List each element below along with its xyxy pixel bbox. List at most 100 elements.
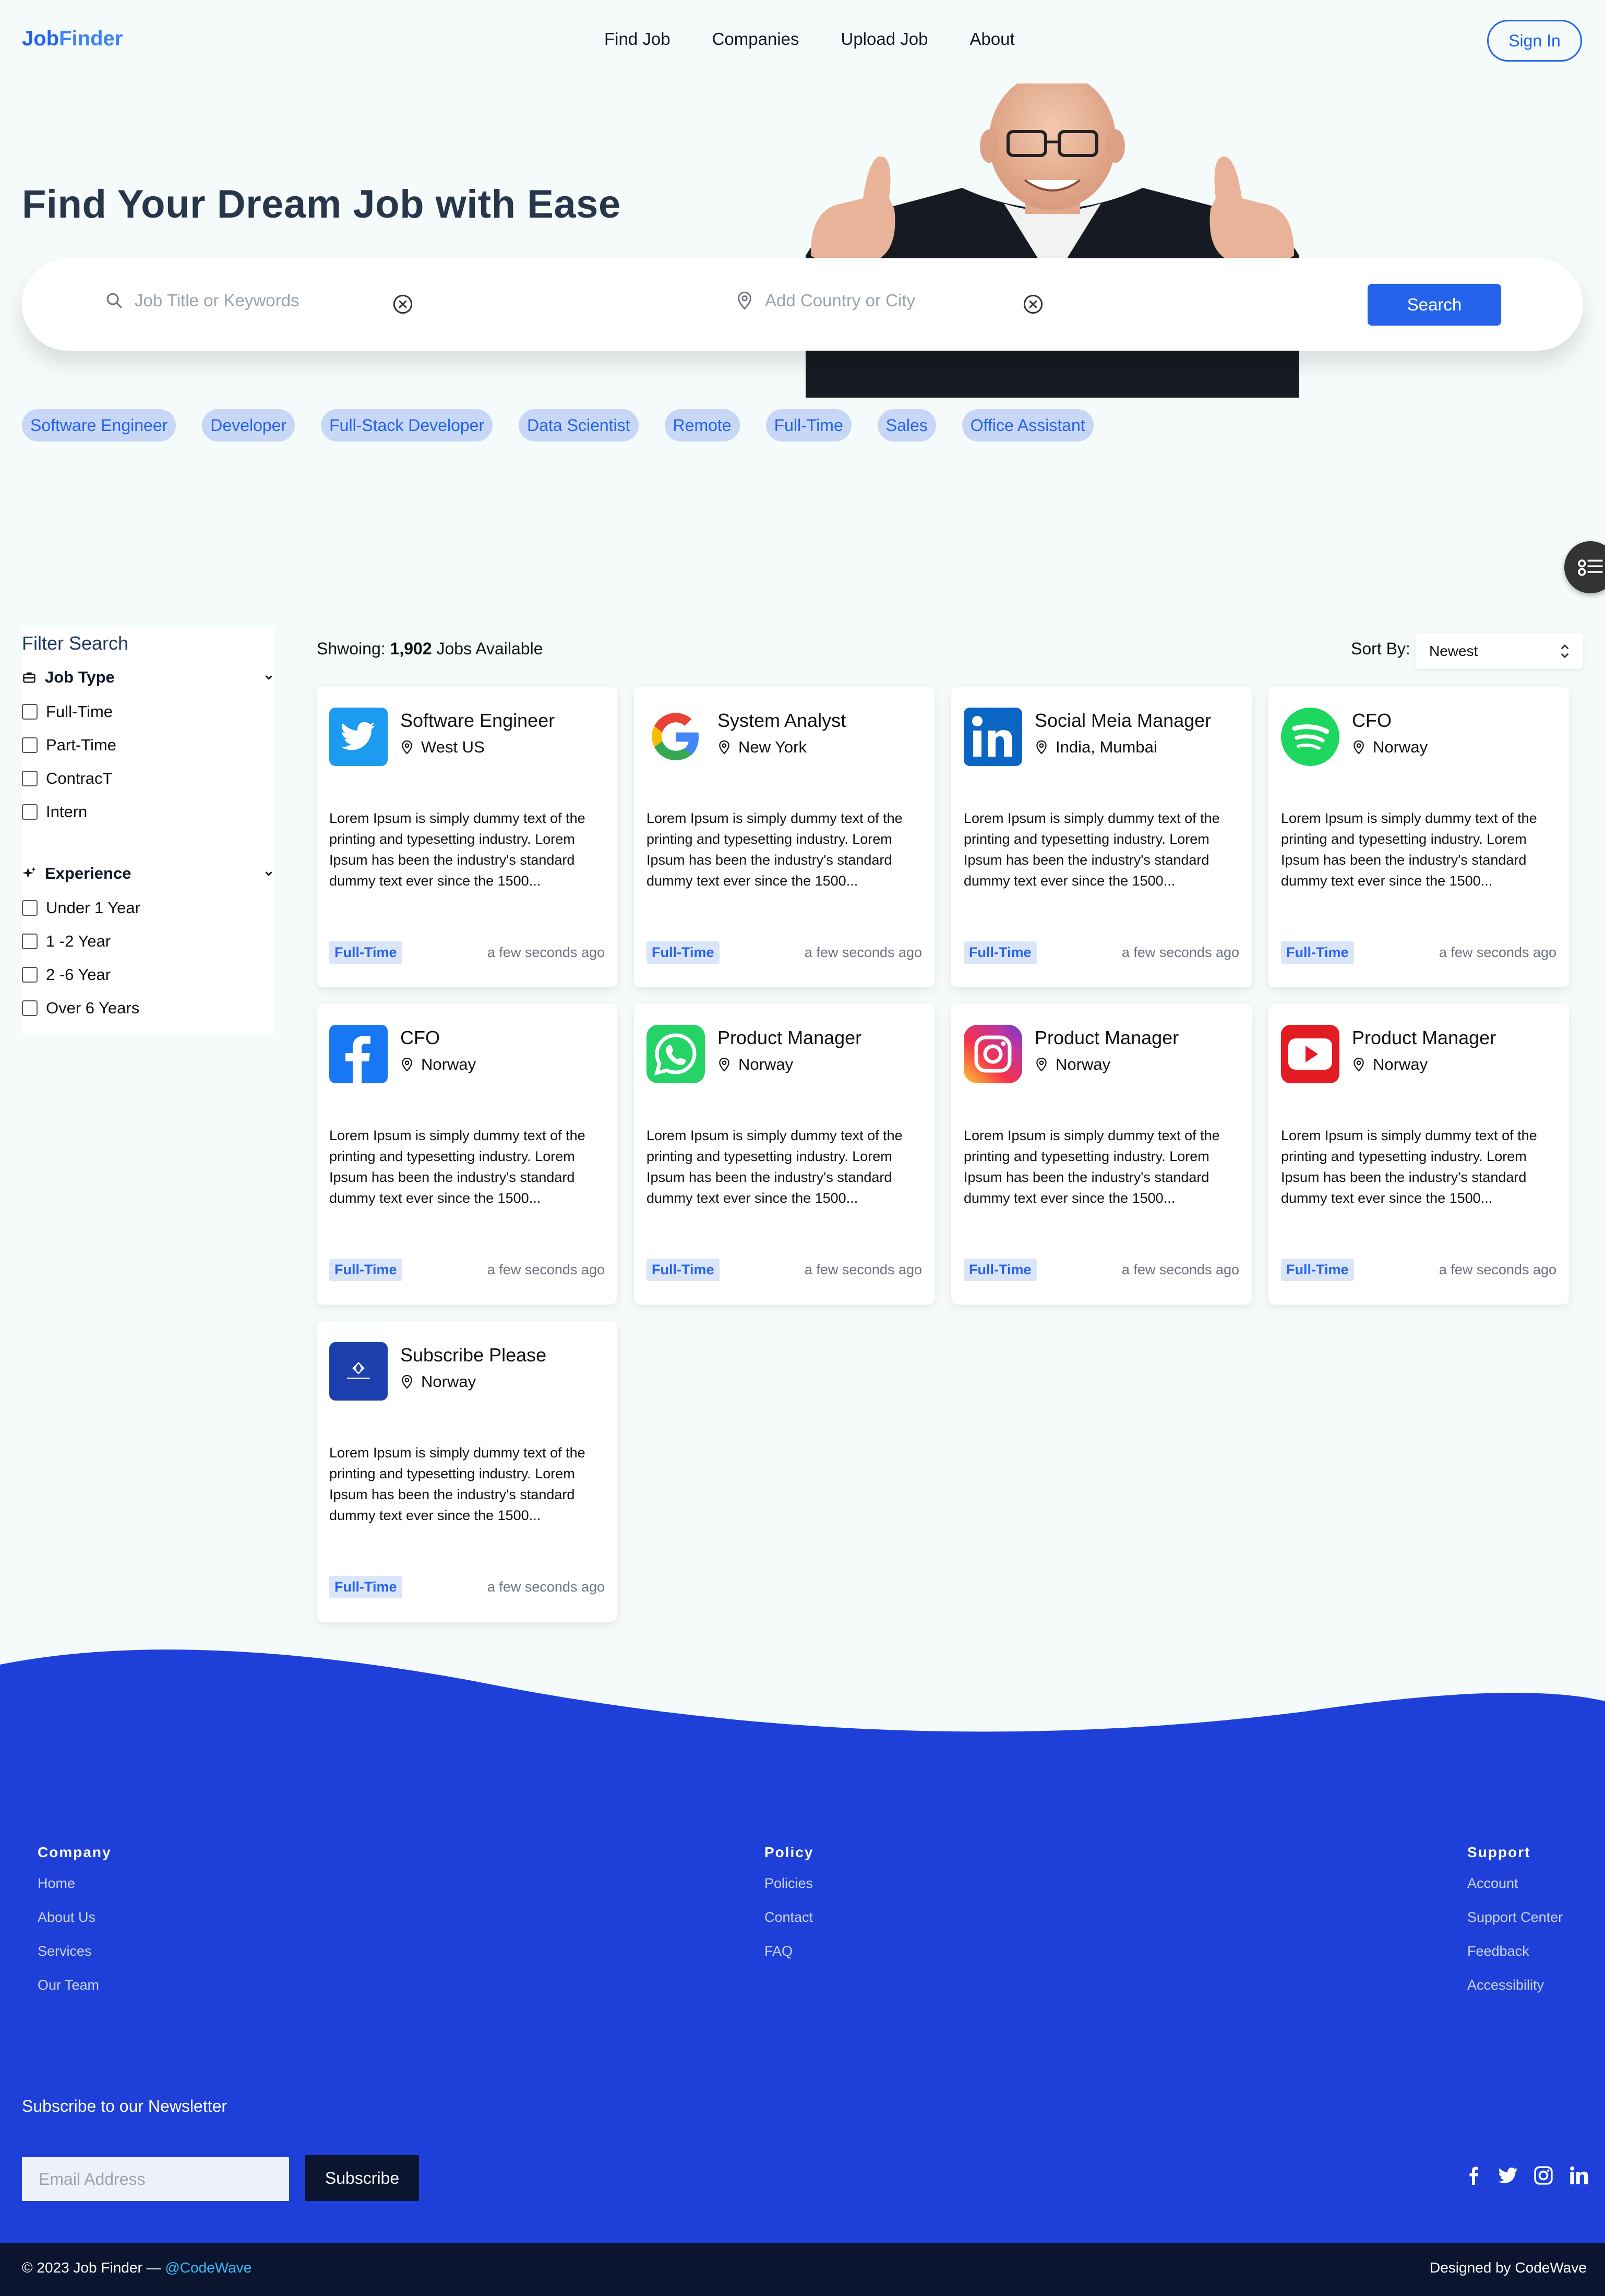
job-type-option[interactable]: Part-Time (22, 736, 116, 755)
footer-link-faq[interactable]: FAQ (764, 1943, 813, 1959)
chevron-down-icon (265, 675, 272, 680)
facebook-icon[interactable] (1464, 2165, 1483, 2186)
footer-link-policies[interactable]: Policies (764, 1875, 813, 1892)
nav-companies[interactable]: Companies (712, 29, 799, 49)
job-type-option[interactable]: Intern (22, 803, 87, 821)
job-card[interactable]: Product Manager Norway Lorem Ipsum is simp… (951, 1004, 1252, 1305)
floating-settings-button[interactable] (1564, 541, 1605, 593)
job-card[interactable]: CFO Norway Lorem Ipsum is simply dummy tex… (1268, 687, 1569, 987)
showing-prefix: Shwoing: (317, 639, 390, 658)
job-title[interactable]: CFO (1352, 710, 1392, 732)
job-description: Lorem Ipsum is simply dummy text of the … (964, 810, 1220, 889)
tag-full-stack-developer[interactable]: Full-Stack Developer (321, 409, 493, 441)
location-input[interactable] (765, 291, 1005, 310)
footer-link-contact[interactable]: Contact (764, 1909, 813, 1926)
nav-find-job[interactable]: Find Job (604, 29, 670, 49)
location-pin-icon (719, 740, 729, 755)
filter-panel: Filter Search Job Type Full-Time Part-Ti… (22, 628, 274, 1034)
job-title[interactable]: Social Meia Manager (1035, 710, 1211, 732)
tag-office-assistant[interactable]: Office Assistant (962, 409, 1094, 441)
job-type-option[interactable]: ContracT (22, 769, 112, 788)
job-title[interactable]: System Analyst (717, 710, 846, 732)
job-type-badge: Full-Time (329, 1576, 402, 1598)
brand-logo[interactable]: JobFinder (22, 27, 123, 51)
experience-toggle[interactable]: Experience (22, 864, 274, 883)
job-card[interactable]: CFO Norway Lorem Ipsum is simply dummy tex… (317, 1004, 617, 1305)
instagram-icon[interactable] (1533, 2165, 1554, 2186)
nav-about[interactable]: About (969, 29, 1014, 49)
tag-sales[interactable]: Sales (877, 409, 936, 441)
search-button[interactable]: Search (1368, 284, 1501, 326)
option-label: Intern (46, 803, 88, 821)
checkbox[interactable] (22, 771, 38, 786)
experience-option[interactable]: Over 6 Years (22, 999, 139, 1018)
job-type-label: Job Type (45, 668, 115, 686)
footer-link-feedback[interactable]: Feedback (1467, 1943, 1563, 1959)
keyword-input[interactable] (135, 291, 375, 310)
twitter-icon[interactable] (1498, 2165, 1518, 2186)
footer-link-account[interactable]: Account (1467, 1875, 1563, 1892)
job-location: Norway (1035, 1055, 1110, 1074)
job-posted-time: a few seconds ago (1439, 944, 1556, 960)
footer-link-our-team[interactable]: Our Team (38, 1977, 112, 1993)
job-card[interactable]: Subscribe Please Norway Lorem Ipsum is sim… (317, 1321, 617, 1622)
footer-link-home[interactable]: Home (38, 1875, 112, 1892)
job-title[interactable]: Product Manager (1352, 1027, 1496, 1049)
checkbox[interactable] (22, 804, 38, 820)
tag-remote[interactable]: Remote (664, 409, 740, 441)
job-type-toggle[interactable]: Job Type (22, 668, 274, 687)
experience-option[interactable]: Under 1 Year (22, 899, 140, 917)
tag-developer[interactable]: Developer (202, 409, 295, 441)
job-card[interactable]: Social Meia Manager India, Mumbai Lorem Ip… (951, 687, 1252, 987)
sign-in-button[interactable]: Sign In (1487, 20, 1582, 62)
job-title[interactable]: Product Manager (1035, 1027, 1179, 1049)
job-card[interactable]: Product Manager Norway Lorem Ipsum is simp… (1268, 1004, 1569, 1305)
job-title[interactable]: CFO (400, 1027, 440, 1049)
clear-location-icon[interactable] (1023, 294, 1044, 315)
footer-link-accessibility[interactable]: Accessibility (1467, 1977, 1563, 1993)
checkbox[interactable] (22, 900, 38, 916)
job-type-option[interactable]: Full-Time (22, 702, 113, 721)
footer-link-support-center[interactable]: Support Center (1467, 1909, 1563, 1926)
job-title[interactable]: Subscribe Please (400, 1344, 546, 1366)
job-card[interactable]: System Analyst New York Lorem Ipsum is sim… (634, 687, 935, 987)
job-card[interactable]: Product Manager Norway Lorem Ipsum is simp… (634, 1004, 935, 1305)
codewave-link[interactable]: @CodeWave (165, 2259, 251, 2276)
subscribe-button[interactable]: Subscribe (305, 2155, 419, 2201)
experience-option[interactable]: 2 -6 Year (22, 965, 111, 984)
checkbox[interactable] (22, 967, 38, 983)
tag-data-scientist[interactable]: Data Scientist (519, 409, 639, 441)
footer-link-services[interactable]: Services (38, 1943, 112, 1959)
footer-link-about-us[interactable]: About Us (38, 1909, 112, 1926)
experience-label: Experience (45, 864, 131, 882)
newsletter-email-input[interactable] (22, 2157, 289, 2201)
location-pin-icon (402, 1374, 412, 1389)
checkbox[interactable] (22, 934, 38, 949)
job-posted-time: a few seconds ago (804, 944, 922, 960)
tag-software-engineer[interactable]: Software Engineer (22, 409, 176, 441)
sort-select[interactable]: Newest (1416, 633, 1583, 669)
job-type-badge: Full-Time (646, 941, 720, 964)
footer-policy-title: Policy (764, 1844, 814, 1860)
experience-option[interactable]: 1 -2 Year (22, 932, 111, 951)
job-type-badge: Full-Time (329, 1259, 402, 1281)
job-title[interactable]: Software Engineer (400, 710, 555, 732)
job-location-text: Norway (1056, 1055, 1111, 1073)
nav-upload-job[interactable]: Upload Job (841, 29, 928, 49)
checkbox[interactable] (22, 1000, 38, 1016)
footer-support: Support Account Support Center Feedback … (1467, 1844, 1563, 2011)
job-card[interactable]: Software Engineer West US Lorem Ipsum is s… (317, 687, 617, 987)
spotify-logo (1281, 708, 1339, 766)
checkbox[interactable] (22, 737, 38, 753)
job-posted-time: a few seconds ago (1121, 944, 1239, 960)
clear-keyword-icon[interactable] (392, 294, 413, 315)
location-pin-icon (402, 740, 412, 755)
checkbox[interactable] (22, 704, 38, 720)
linkedin-icon[interactable] (1568, 2165, 1589, 2186)
tag-full-time[interactable]: Full-Time (765, 409, 852, 441)
job-location-text: West US (421, 738, 485, 756)
copyright: © 2023 Job Finder — @CodeWave (22, 2259, 251, 2276)
location-pin-icon (719, 1057, 729, 1072)
job-title[interactable]: Product Manager (717, 1027, 861, 1049)
job-location: Norway (1352, 1055, 1428, 1074)
